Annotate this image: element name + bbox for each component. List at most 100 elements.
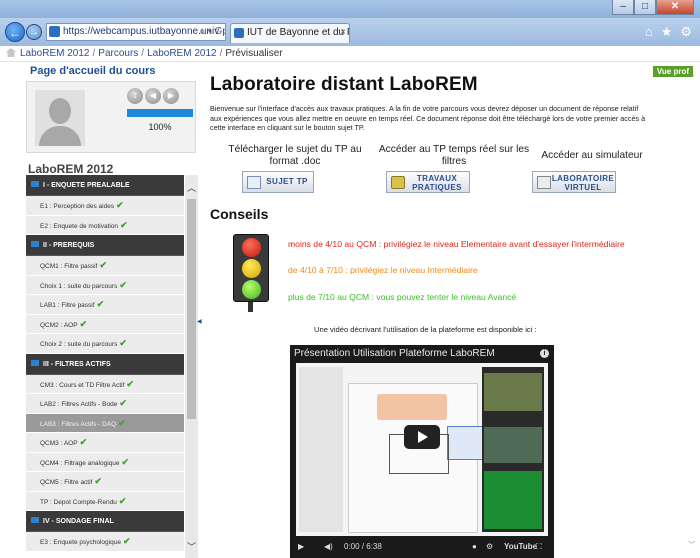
- menu-item-label: LAB1 : Filtre passif: [40, 302, 95, 309]
- settings-icon[interactable]: ⚙: [486, 542, 493, 551]
- menu-item[interactable]: CM3 : Cours et TD Filtre Actif ✔: [26, 374, 184, 394]
- scroll-thumb[interactable]: [187, 199, 196, 419]
- address-tools[interactable]: ⌕ ▾ C: [199, 24, 222, 40]
- completed-check-icon: ✔: [119, 398, 127, 408]
- menu-item[interactable]: TP : Depot Compte-Rendu ✔: [26, 491, 184, 511]
- fullscreen-icon[interactable]: ⛶: [536, 542, 542, 552]
- address-bar[interactable]: https://webcampus.iutbayonne.univ-pa... …: [46, 23, 226, 41]
- green-lamp: [242, 280, 261, 299]
- menu-item-label: QCM1 : Filtre passif: [40, 263, 98, 270]
- completed-check-icon: ✔: [116, 200, 124, 210]
- video-note: Une vidéo décrivant l'utilisation de la …: [314, 325, 537, 334]
- page-scroll-up-icon[interactable]: ︿: [688, 68, 695, 78]
- video-thumbnail[interactable]: [296, 363, 548, 536]
- menu-item-label: QCM3 : AOP: [40, 440, 78, 447]
- info-icon[interactable]: i: [540, 349, 549, 358]
- browser-tab[interactable]: IUT de Bayonne et du Pays ... ×: [230, 23, 350, 43]
- menu-item[interactable]: QCM4 : Filtrage analogique ✔: [26, 452, 184, 472]
- window-controls: – □ ✕: [612, 0, 694, 15]
- youtube-logo[interactable]: YouTube: [504, 542, 537, 551]
- breadcrumb-link[interactable]: LaboREM 2012: [20, 48, 90, 59]
- video-player[interactable]: Présentation Utilisation Plateforme Labo…: [290, 345, 554, 558]
- breadcrumb-home-icon[interactable]: [6, 48, 16, 57]
- breadcrumb-link[interactable]: Parcours: [98, 48, 138, 59]
- menu-item[interactable]: LAB1 : Filtre passif ✔: [26, 295, 184, 315]
- home-icon[interactable]: ⌂: [645, 24, 653, 40]
- action-caption-tp: Accéder au TP temps réel sur les filtres: [378, 144, 530, 167]
- menu-item[interactable]: LAB3 : Filtres Actifs - DAQ ✔: [26, 413, 184, 433]
- scroll-down-icon[interactable]: ﹀: [185, 540, 198, 554]
- menu-item[interactable]: QCM1 : Filtre passif ✔: [26, 256, 184, 276]
- menu-item[interactable]: QCM5 : Filtre actif ✔: [26, 472, 184, 492]
- menu-section[interactable]: II - PREREQUIS: [26, 235, 184, 256]
- travaux-pratiques-label: TRAVAUX PRATIQUES: [412, 174, 462, 192]
- completed-check-icon: ✔: [96, 299, 105, 309]
- info-control-icon[interactable]: ●: [472, 542, 477, 551]
- completed-check-icon: ✔: [121, 456, 130, 467]
- course-menu-list: I - ENQUETE PREALABLE E1 : Perception des…: [26, 175, 184, 552]
- completed-check-icon: ✔: [79, 437, 88, 447]
- completed-check-icon: ✔: [99, 260, 107, 270]
- star-icon[interactable]: ★: [661, 24, 673, 40]
- completed-check-icon: ✔: [126, 378, 134, 389]
- menu-item-label: Choix 2 : suite du parcours: [40, 341, 118, 348]
- menu-section[interactable]: III - FILTRES ACTIFS: [26, 353, 184, 375]
- course-sidebar: Page d'accueil du cours ⇧ ◀ ▶ 100% LaboR…: [26, 62, 198, 558]
- menu-item[interactable]: E3 : Enquete psychologique ✔: [26, 532, 184, 552]
- page-scroll-down-icon[interactable]: ﹀: [688, 540, 695, 550]
- menu-item-label: Choix 1 : suite du parcours: [40, 282, 118, 290]
- breadcrumb-link[interactable]: LaboREM 2012: [147, 48, 217, 59]
- course-home-title[interactable]: Page d'accueil du cours: [30, 65, 198, 77]
- maximize-button[interactable]: □: [634, 0, 656, 15]
- play-button[interactable]: [404, 425, 440, 449]
- menu-scrollbar[interactable]: ︿ ﹀: [185, 175, 198, 558]
- menu-item[interactable]: Choix 1 : suite du parcours ✔: [26, 275, 184, 295]
- sujet-tp-button[interactable]: SUJET TP: [242, 171, 314, 193]
- sujet-tp-label: SUJET TP: [266, 177, 308, 186]
- play-icon[interactable]: ▶: [298, 542, 304, 551]
- completed-check-icon: ✔: [118, 495, 127, 506]
- traffic-light-icon: [233, 234, 269, 302]
- next-icon[interactable]: ▶: [163, 88, 179, 104]
- yellow-lamp: [242, 259, 261, 278]
- vue-prof-badge[interactable]: Vue prof: [652, 66, 693, 77]
- completed-check-icon: ✔: [119, 338, 127, 348]
- course-menu: I - ENQUETE PREALABLE E1 : Perception des…: [26, 175, 198, 558]
- site-favicon-icon: [49, 26, 60, 37]
- menu-item[interactable]: E1 : Perception des aides ✔: [26, 196, 184, 216]
- avatar-head: [49, 98, 71, 124]
- forward-button[interactable]: →: [26, 24, 42, 40]
- thumbnail-panel: [348, 383, 491, 533]
- laboratoire-virtuel-button[interactable]: LABORATOIRE VIRTUEL: [532, 171, 616, 193]
- tab-close-icon[interactable]: ×: [340, 24, 346, 42]
- menu-item[interactable]: QCM3 : AOP ✔: [26, 433, 184, 453]
- travaux-pratiques-button[interactable]: TRAVAUX PRATIQUES: [386, 171, 470, 193]
- menu-item[interactable]: Choix 2 : suite du parcours ✔: [26, 334, 184, 354]
- breadcrumb-separator: /: [92, 48, 96, 59]
- gear-icon[interactable]: ⚙: [680, 24, 692, 40]
- close-window-button[interactable]: ✕: [656, 0, 694, 15]
- collapse-sidebar-icon[interactable]: ◀: [197, 318, 202, 325]
- progress-fill: [127, 109, 193, 117]
- minimize-button[interactable]: –: [612, 0, 634, 15]
- menu-item[interactable]: QCM2 : AOP ✔: [26, 314, 184, 334]
- menu-section[interactable]: I - ENQUETE PREALABLE: [26, 175, 184, 196]
- main-content: Vue prof Laboratoire distant LaboREM Bie…: [210, 62, 693, 558]
- advice-low: moins de 4/10 au QCM : privilégiez le ni…: [288, 239, 625, 249]
- tools-icon: [391, 176, 405, 189]
- scroll-up-icon[interactable]: ︿: [185, 181, 198, 195]
- breadcrumb-separator: /: [141, 48, 145, 59]
- menu-section[interactable]: IV - SONDAGE FINAL: [26, 511, 184, 532]
- video-title[interactable]: Présentation Utilisation Plateforme Labo…: [294, 348, 495, 359]
- home-nav-icon[interactable]: ⇧: [127, 88, 143, 104]
- actions-row: Télécharger le sujet du TP au format .do…: [210, 144, 680, 200]
- video-time: 0:00 / 6:38: [344, 542, 382, 551]
- menu-item[interactable]: E2 : Enquete de motivation ✔: [26, 215, 184, 235]
- page-scrollbar[interactable]: ︿ ﹀: [688, 62, 696, 558]
- menu-item-label: QCM4 : Filtrage analogique: [40, 459, 120, 467]
- volume-icon[interactable]: ◀): [324, 542, 333, 551]
- back-button[interactable]: ←: [5, 22, 25, 42]
- menu-item[interactable]: LAB2 : Filtres Actifs - Bode ✔: [26, 394, 184, 414]
- previous-icon[interactable]: ◀: [145, 88, 161, 104]
- menu-item-label: TP : Depot Compte-Rendu: [40, 498, 117, 506]
